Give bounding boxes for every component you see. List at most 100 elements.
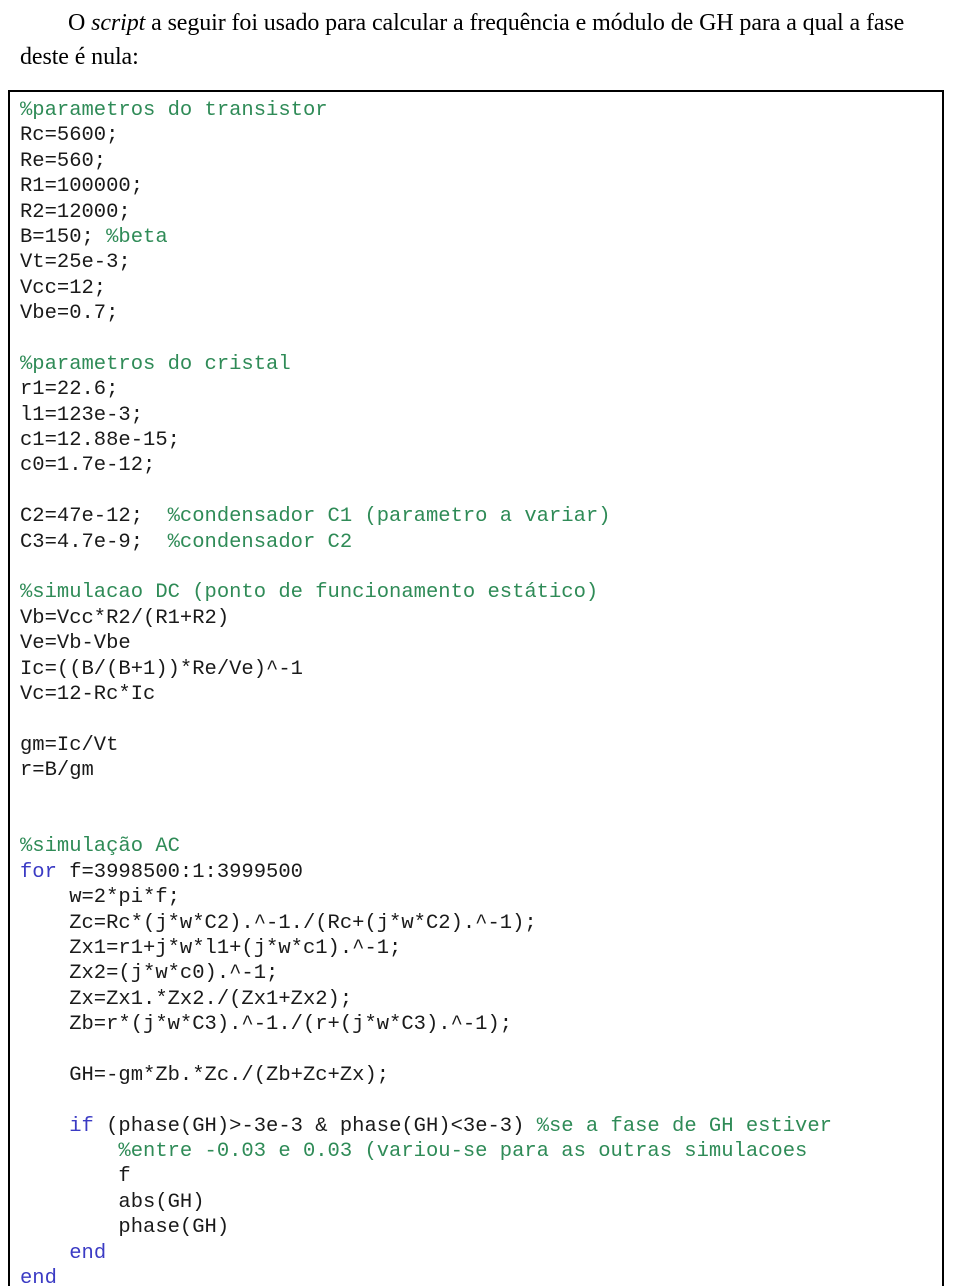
code-keyword: end [20, 1266, 57, 1286]
code-statement: Vcc=12; [20, 276, 107, 300]
code-line: Vb=Vcc*R2/(R1+R2) [20, 606, 942, 631]
code-statement: c0=1.7e-12; [20, 454, 156, 478]
code-statement: w=2*pi*f; [20, 886, 180, 910]
code-statement: Zx2=(j*w*c0).^-1; [20, 962, 279, 986]
code-statement: R1=100000; [20, 175, 144, 199]
code-keyword: end [69, 1241, 107, 1265]
code-line: Zb=r*(j*w*C3).^-1./(r+(j*w*C3).^-1); [20, 1012, 942, 1037]
code-line: Vbe=0.7; [20, 301, 942, 326]
code-line: %simulação AC [20, 834, 942, 859]
code-line: Vc=12-Rc*Ic [20, 682, 942, 707]
code-line: for f=3998500:1:3999500 [20, 860, 942, 885]
code-statement: Zx1=r1+j*w*l1+(j*w*c1).^-1; [20, 936, 402, 960]
intro-paragraph: O script a seguir foi usado para calcula… [0, 0, 960, 74]
code-keyword: if [69, 1114, 94, 1138]
intro-text-before: O [68, 10, 92, 36]
intro-text-after: a seguir foi usado para calcular a frequ… [20, 10, 905, 70]
code-statement: r=B/gm [20, 759, 94, 783]
code-keyword: for [20, 860, 57, 884]
code-statement: Zx=Zx1.*Zx2./(Zx1+Zx2); [20, 987, 353, 1011]
code-line: %parametros do transistor [20, 98, 942, 123]
code-statement: Vt=25e-3; [20, 251, 131, 275]
code-line: C2=47e-12; %condensador C1 (parametro a … [20, 504, 942, 529]
code-statement: Vb=Vcc*R2/(R1+R2) [20, 606, 230, 630]
code-statement: f [20, 1165, 131, 1189]
code-line: C3=4.7e-9; %condensador C2 [20, 530, 942, 555]
code-statement: Vc=12-Rc*Ic [20, 682, 156, 706]
code-statement: B=150; [20, 225, 107, 249]
code-line: Zc=Rc*(j*w*C2).^-1./(Rc+(j*w*C2).^-1); [20, 911, 942, 936]
code-comment: %condensador C2 [167, 530, 353, 554]
code-statement: R2=12000; [20, 200, 131, 224]
code-statement: f=3998500:1:3999500 [56, 860, 303, 884]
code-line: c1=12.88e-15; [20, 428, 942, 453]
intro-italic-word: script [91, 10, 146, 36]
code-comment: %parametros do cristal [20, 352, 291, 376]
code-comment: %beta [106, 225, 168, 249]
code-comment: %parametros do transistor [20, 99, 328, 122]
code-statement: c1=12.88e-15; [20, 429, 180, 453]
code-statement: Ic=((B/(B+1))*Re/Ve)^-1 [20, 657, 303, 681]
code-statement: Zb=r*(j*w*C3).^-1./(r+(j*w*C3).^-1); [20, 1013, 513, 1037]
code-comment: %simulação AC [20, 835, 180, 859]
code-line: R1=100000; [20, 174, 942, 199]
code-line: R2=12000; [20, 200, 942, 225]
code-line: w=2*pi*f; [20, 885, 942, 910]
code-statement: C3=4.7e-9; [20, 530, 168, 554]
code-line: %entre -0.03 e 0.03 (variou-se para as o… [20, 1139, 942, 1164]
code-line: Vt=25e-3; [20, 250, 942, 275]
code-line: if (phase(GH)>-3e-3 & phase(GH)<3e-3) %s… [20, 1114, 942, 1139]
code-line: l1=123e-3; [20, 403, 942, 428]
code-line: Rc=5600; [20, 123, 942, 148]
code-line: B=150; %beta [20, 225, 942, 250]
code-statement: abs(GH) [20, 1190, 205, 1214]
code-line: Re=560; [20, 149, 942, 174]
code-line: r1=22.6; [20, 377, 942, 402]
code-statement: phase(GH) [20, 1216, 230, 1240]
code-comment: %simulacao DC (ponto de funcionamento es… [20, 581, 599, 605]
code-block: %parametros do transistor Rc=5600; Re=560;… [8, 90, 944, 1286]
code-line: Vcc=12; [20, 276, 942, 301]
code-line: phase(GH) [20, 1215, 942, 1240]
code-statement: (phase(GH)>-3e-3 & phase(GH)<3e-3) [93, 1114, 537, 1138]
code-line: end [20, 1241, 942, 1266]
code-statement: Vbe=0.7; [20, 302, 119, 326]
code-statement: Zc=Rc*(j*w*C2).^-1./(Rc+(j*w*C2).^-1); [20, 911, 537, 935]
code-line: GH=-gm*Zb.*Zc./(Zb+Zc+Zx); [20, 1063, 942, 1088]
code-line: %parametros do cristal [20, 352, 942, 377]
code-comment: %condensador C1 (parametro a variar) [167, 505, 611, 529]
code-line: gm=Ic/Vt [20, 733, 942, 758]
code-line: abs(GH) [20, 1190, 942, 1215]
code-line: Zx=Zx1.*Zx2./(Zx1+Zx2); [20, 987, 942, 1012]
code-comment: %entre -0.03 e 0.03 (variou-se para as o… [20, 1140, 808, 1164]
code-line: f [20, 1164, 942, 1189]
code-statement: C2=47e-12; [20, 505, 168, 529]
code-line: c0=1.7e-12; [20, 453, 942, 478]
code-statement: GH=-gm*Zb.*Zc./(Zb+Zc+Zx); [20, 1063, 390, 1087]
code-lines-container: %parametros do transistor Rc=5600; Re=560;… [10, 92, 942, 1286]
document-page: O script a seguir foi usado para calcula… [0, 0, 960, 1286]
code-line: %simulacao DC (ponto de funcionamento es… [20, 580, 942, 605]
code-line: end [20, 1266, 942, 1286]
code-statement: Re=560; [20, 149, 107, 173]
code-statement: r1=22.6; [20, 378, 119, 402]
code-line: Zx1=r1+j*w*l1+(j*w*c1).^-1; [20, 936, 942, 961]
code-line: Ic=((B/(B+1))*Re/Ve)^-1 [20, 657, 942, 682]
code-statement: Ve=Vb-Vbe [20, 632, 131, 656]
code-line: Zx2=(j*w*c0).^-1; [20, 961, 942, 986]
code-comment: %se a fase de GH estiver [536, 1114, 832, 1138]
code-line: Ve=Vb-Vbe [20, 631, 942, 656]
code-statement: gm=Ic/Vt [20, 733, 119, 757]
code-statement: l1=123e-3; [20, 403, 144, 427]
code-line: r=B/gm [20, 758, 942, 783]
code-statement: Rc=5600; [20, 124, 119, 148]
